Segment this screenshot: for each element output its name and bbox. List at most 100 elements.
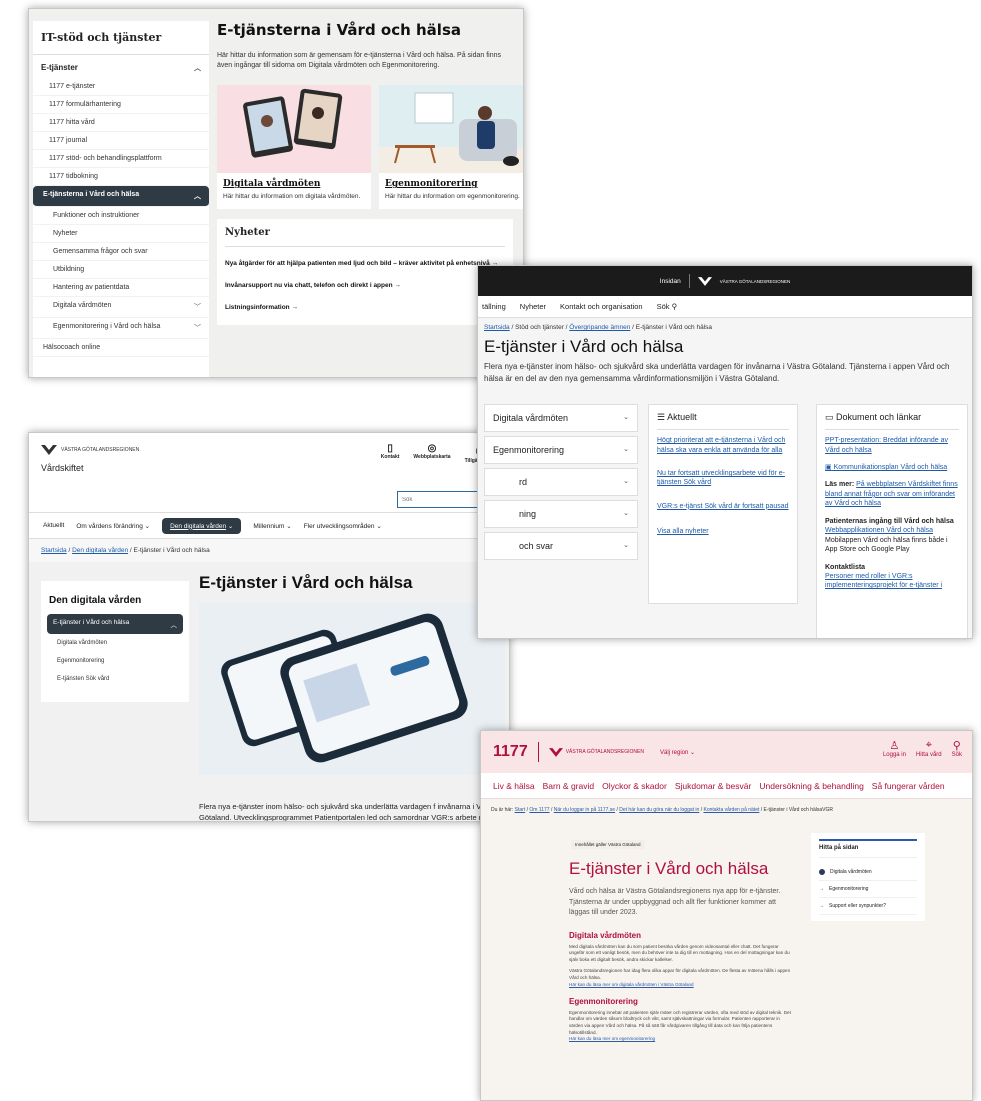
- sidebar-item[interactable]: 1177 journal: [33, 132, 209, 150]
- sidebar-subitem[interactable]: Digitala vårdmöten ﹀: [33, 297, 209, 318]
- main-content: E-tjänster i Vård och hälsa Flera nya e-…: [199, 573, 505, 821]
- toc-item[interactable]: → Support eller synpunkter?: [819, 898, 917, 915]
- sidebar-item[interactable]: E-tjänsten Sök vård: [47, 670, 183, 688]
- card-title[interactable]: Egenmonitorering: [379, 173, 523, 192]
- tool-label: Webbplatskarta: [413, 454, 451, 460]
- nav-item[interactable]: Millennium ⌄: [253, 522, 291, 530]
- nav-search[interactable]: Sök ⚲: [657, 302, 678, 311]
- news-link[interactable]: Nya åtgärder för att hjälpa patienten me…: [225, 255, 505, 277]
- card-egenmonitorering[interactable]: Egenmonitorering Här hittar du informati…: [379, 85, 523, 210]
- sidebar-subitem[interactable]: Utbildning: [33, 261, 209, 279]
- accordion-item[interactable]: Digitala vårdmöten ⌄: [484, 404, 638, 432]
- accordion-label: ning: [519, 509, 537, 519]
- screenshot-1177: 1177 VÄSTRA GÖTALANDSREGIONEN Välj regio…: [480, 730, 973, 1101]
- read-more-link[interactable]: Här kan du läsa mer om digitala vårdmöte…: [569, 982, 799, 987]
- news-link[interactable]: VGR:s e-tjänst Sök vård är fortsatt paus…: [657, 502, 789, 511]
- accordion-item[interactable]: ning ⌄: [484, 500, 638, 528]
- site-name[interactable]: Insidan: [660, 278, 681, 285]
- news-link[interactable]: Invånarsupport nu via chatt, telefon och…: [225, 277, 505, 299]
- nav-item[interactable]: tällning: [482, 302, 506, 311]
- sidebar-item[interactable]: 1177 tidbokning: [33, 168, 209, 186]
- nav-item-active[interactable]: Den digitala vården ⌄: [162, 517, 242, 534]
- read-more-link[interactable]: Här kan du läsa mer om egenmonitorering: [569, 1036, 799, 1041]
- show-all-news-link[interactable]: Visa alla nyheter: [657, 527, 789, 536]
- card-digitala-vardmoten[interactable]: Digitala vårdmöten Här hittar du informa…: [217, 85, 371, 210]
- nav-item[interactable]: Olyckor & skador: [602, 781, 667, 791]
- list-icon: ☰: [657, 412, 666, 422]
- toc-item[interactable]: → Egenmonitorering: [819, 881, 917, 898]
- sidebar-item[interactable]: Digitala vårdmöten: [47, 634, 183, 652]
- sidebar-subitem[interactable]: Hantering av patientdata: [33, 279, 209, 297]
- sidebar-item[interactable]: 1177 hitta vård: [33, 114, 209, 132]
- tool-label: Sök: [951, 752, 962, 758]
- nav-item[interactable]: Undersökning & behandling: [759, 781, 863, 791]
- sidebar-subitem[interactable]: Gemensamma frågor och svar: [33, 243, 209, 261]
- brand-1177-logo[interactable]: 1177: [493, 743, 528, 761]
- breadcrumb-link[interactable]: Om 1177: [529, 807, 549, 813]
- nav-item[interactable]: Aktuellt: [43, 522, 64, 529]
- sidebar-subitem-label: Gemensamma frågor och svar: [53, 248, 148, 255]
- toc-item[interactable]: Digitala vårdmöten: [819, 864, 917, 881]
- sidebar-group-e-tjanster[interactable]: E-tjänster ︿: [33, 55, 209, 78]
- chevron-down-icon: ⌄: [690, 749, 696, 756]
- breadcrumb-link[interactable]: Det här kan du göra när du loggat in: [619, 807, 699, 813]
- arrow-right-icon: →: [819, 886, 824, 892]
- search-icon: ⚲: [671, 302, 678, 311]
- news-link[interactable]: Listningsinformation →: [225, 299, 505, 321]
- phone-mockup-icon: [221, 613, 468, 763]
- news-link[interactable]: Nu tar fortsatt utvecklingsarbete vid fö…: [657, 469, 789, 488]
- toc-title: Hitta på sidan: [819, 839, 917, 858]
- nav-item[interactable]: Om vårdens förändring ⌄: [76, 522, 150, 530]
- tool-hitta-vard[interactable]: ⌖ Hitta vård: [916, 739, 942, 758]
- sidebar-subitem[interactable]: Nyheter: [33, 225, 209, 243]
- sidebar-item-active[interactable]: E-tjänsterna i Vård och hälsa ︿: [33, 186, 209, 207]
- nav-item[interactable]: Nyheter: [520, 302, 546, 311]
- tool-webbplatskarta[interactable]: ◎ Webbplatskarta: [413, 443, 450, 464]
- nav-item[interactable]: Barn & gravid: [543, 781, 595, 791]
- sidebar-item[interactable]: 1177 stöd- och behandlingsplattform: [33, 150, 209, 168]
- nav-item[interactable]: Liv & hälsa: [493, 781, 535, 791]
- breadcrumb-link[interactable]: När du loggar in på 1177.se: [554, 807, 615, 813]
- vgr-logo[interactable]: VÄSTRA GÖTALANDSREGIONEN: [41, 445, 139, 455]
- breadcrumb-link[interactable]: Start: [515, 807, 526, 813]
- nav-item[interactable]: Kontakt och organisation: [560, 302, 643, 311]
- aktuellt-heading: ☰ Aktuellt: [657, 411, 789, 431]
- table-of-contents: Hitta på sidan Digitala vårdmöten → Egenm…: [811, 833, 925, 921]
- region-select[interactable]: Välj region ⌄: [660, 749, 695, 756]
- accordion-item[interactable]: Egenmonitorering ⌄: [484, 436, 638, 464]
- accordion-item[interactable]: och svar ⌄: [484, 532, 638, 560]
- tablet-video-call-icon: [243, 89, 343, 158]
- nav-item[interactable]: Fler utvecklingsområden ⌄: [304, 522, 382, 530]
- sidebar-item[interactable]: 1177 formulärhantering: [33, 96, 209, 114]
- kommunikationsplan-link[interactable]: ▣ Kommunikationsplan Vård och hälsa: [825, 463, 959, 472]
- sidebar-item[interactable]: 1177 e-tjänster: [33, 78, 209, 96]
- webapp-link[interactable]: Webbapplikationen Vård och hälsa: [825, 526, 959, 535]
- sidebar-item-active[interactable]: E-tjänster i Vård och hälsa ︿: [47, 614, 183, 634]
- page-title: E-tjänster i Vård och hälsa: [199, 573, 413, 592]
- card-title[interactable]: Digitala vårdmöten: [217, 173, 371, 192]
- tool-kontakt[interactable]: ▯ Kontakt: [381, 443, 400, 464]
- tool-logga-in[interactable]: ♙ Logga in: [883, 739, 906, 758]
- main-content: Innehållet gäller Västra Götaland E-tjän…: [569, 829, 799, 1051]
- breadcrumb-link[interactable]: Startsida: [484, 324, 510, 331]
- sidebar-subitem[interactable]: Egenmonitorering i Vård och hälsa ﹀: [33, 318, 209, 339]
- breadcrumb-link[interactable]: Den digitala vården: [72, 547, 128, 554]
- breadcrumb-link[interactable]: Övergripande ämnen: [569, 324, 630, 331]
- search-input[interactable]: [397, 491, 485, 508]
- breadcrumb-link[interactable]: Startsida: [41, 547, 67, 554]
- sidebar-item[interactable]: Egenmonitorering: [47, 652, 183, 670]
- vgr-logo-icon: [697, 276, 712, 286]
- tool-sok[interactable]: ⚲ Sök: [952, 739, 962, 758]
- nav-item[interactable]: Sjukdomar & besvär: [675, 781, 752, 791]
- breadcrumb-link[interactable]: Kontakta vården på nätet: [703, 807, 759, 813]
- site-name[interactable]: Vårdskiftet: [41, 463, 84, 473]
- ppt-link[interactable]: PPT-presentation: Breddat införande av V…: [825, 436, 959, 455]
- sidebar-subitem[interactable]: Funktioner och instruktioner: [33, 207, 209, 225]
- nav-item[interactable]: Så fungerar vården: [872, 781, 945, 791]
- sidebar-item[interactable]: Hälsocoach online: [33, 339, 209, 357]
- kontakt-link[interactable]: Personer med roller i VGR:s implementeri…: [825, 572, 959, 591]
- news-link[interactable]: Högt prioriterat att e-tjänsterna i Vård…: [657, 436, 789, 455]
- accordion-item[interactable]: rd ⌄: [484, 468, 638, 496]
- kontakt-heading: Kontaktlista: [825, 563, 866, 571]
- org-name: VÄSTRA GÖTALANDSREGIONEN: [565, 749, 644, 755]
